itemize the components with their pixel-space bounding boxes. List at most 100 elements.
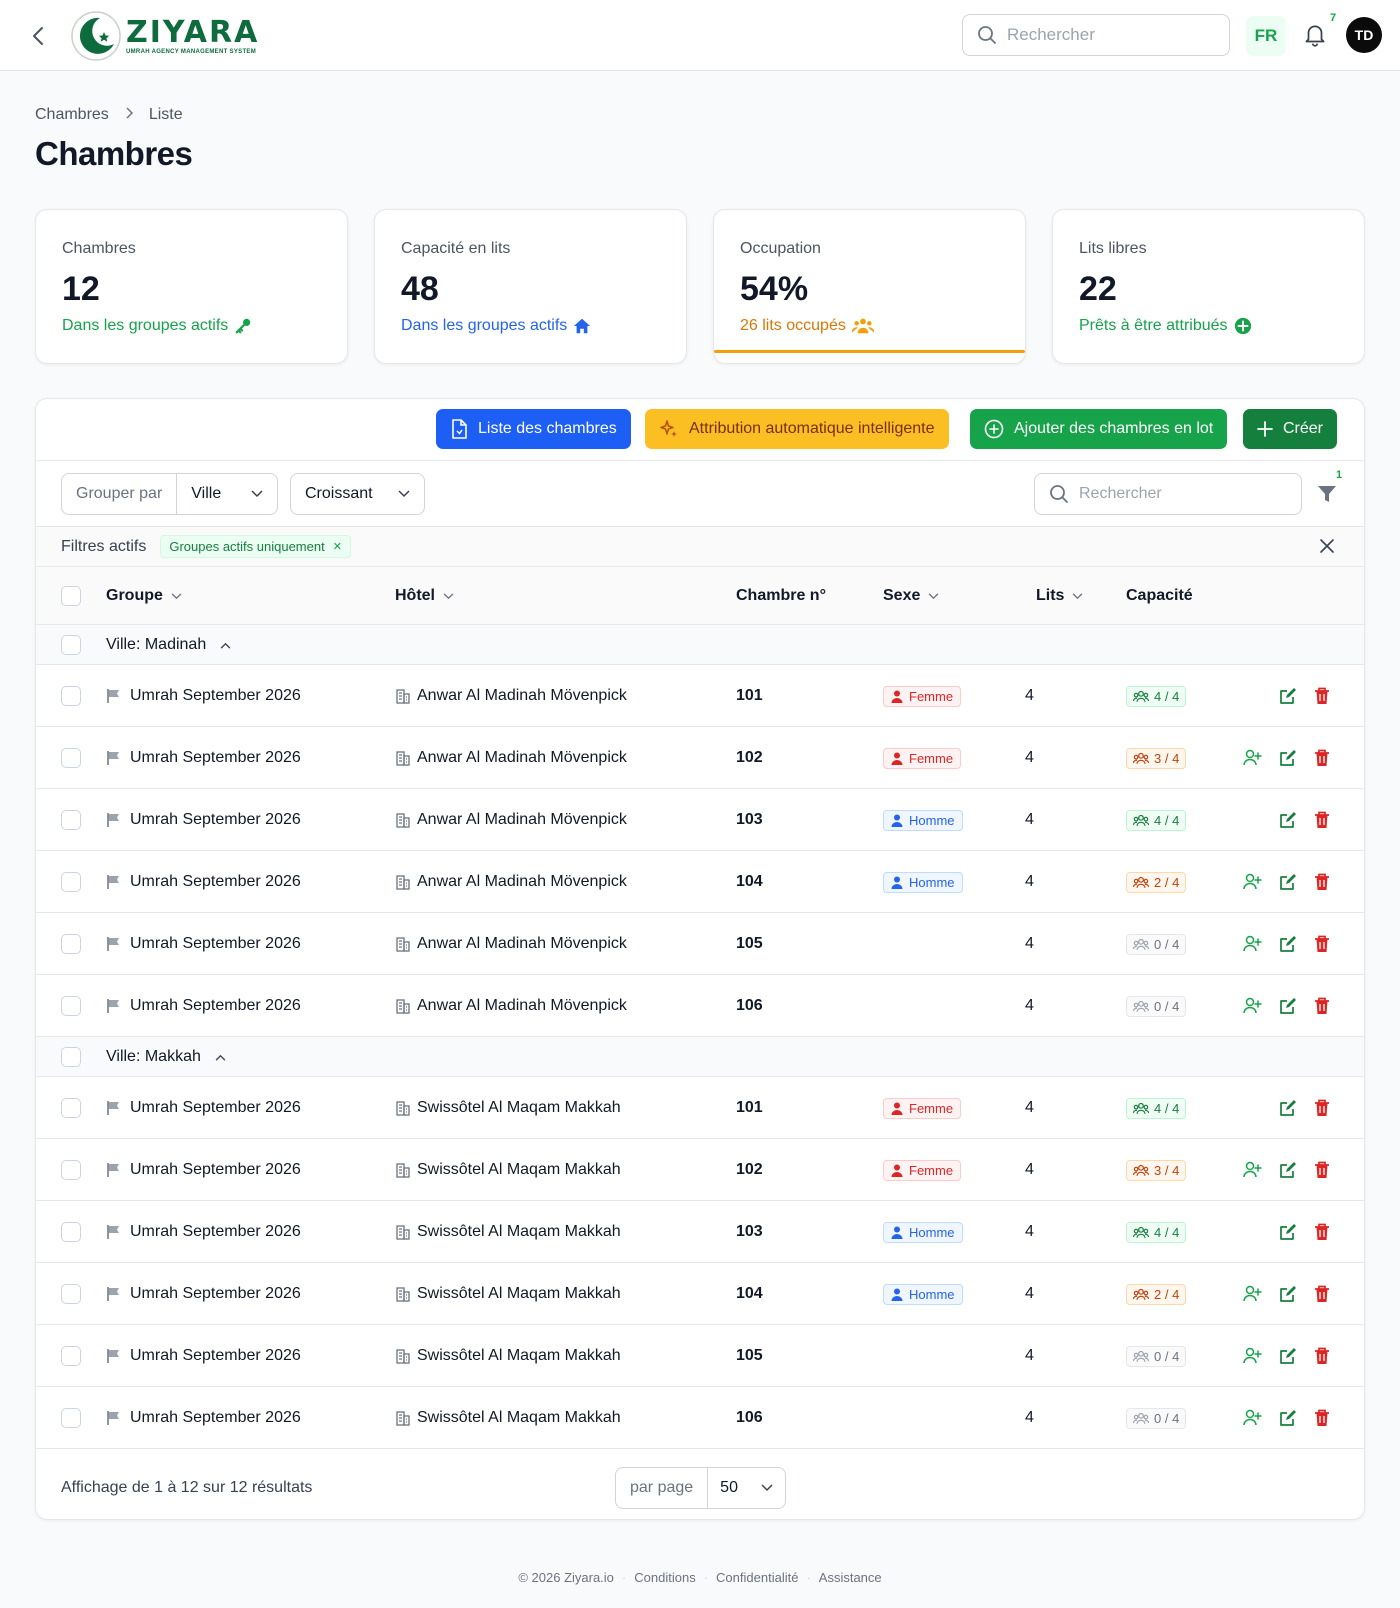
group-name: Umrah September 2026 [130,997,301,1014]
edit-button[interactable] [1278,1160,1298,1180]
row-checkbox[interactable] [61,1346,81,1366]
brand-logo[interactable]: ZIYARA UMRAH AGENCY MANAGEMENT SYSTEM [70,10,259,62]
cell-group: Umrah September 2026 [106,1139,301,1201]
row-checkbox[interactable] [61,686,81,706]
group-header-row[interactable]: Ville: Madinah [36,625,1364,665]
table-row[interactable]: Umrah September 2026 Anwar Al Madinah Möv… [36,665,1364,727]
select-all-checkbox[interactable] [61,586,81,606]
cell-beds: 4 [1025,997,1034,1014]
assign-pilgrim-button[interactable] [1242,1346,1262,1366]
table-row[interactable]: Umrah September 2026 Swissôtel Al Maqam M… [36,1263,1364,1325]
column-header-room[interactable]: Chambre n° [736,567,826,625]
group-name: Umrah September 2026 [130,1161,301,1178]
bell-icon[interactable] [1302,22,1328,48]
delete-button[interactable] [1313,934,1333,954]
footer-link-privacy[interactable]: Confidentialité [716,1570,798,1585]
edit-button[interactable] [1278,1284,1298,1304]
table-row[interactable]: Umrah September 2026 Swissôtel Al Maqam M… [36,1077,1364,1139]
column-header-capacity[interactable]: Capacité [1126,567,1193,625]
delete-button[interactable] [1313,686,1333,706]
create-button[interactable]: Créer [1243,409,1338,449]
list-rooms-button[interactable]: Liste des chambres [436,409,631,449]
column-header-group[interactable]: Groupe [106,567,182,625]
row-checkbox[interactable] [61,1408,81,1428]
row-checkbox[interactable] [61,1222,81,1242]
assign-pilgrim-button[interactable] [1242,1284,1262,1304]
edit-button[interactable] [1278,1346,1298,1366]
edit-button[interactable] [1278,1098,1298,1118]
assign-pilgrim-button[interactable] [1242,996,1262,1016]
back-button[interactable] [24,22,52,50]
filter-icon[interactable] [1316,483,1338,505]
footer-link-terms[interactable]: Conditions [634,1570,695,1585]
close-icon[interactable] [1318,537,1336,555]
global-search-input[interactable]: Rechercher [962,14,1230,56]
delete-button[interactable] [1313,1346,1333,1366]
row-checkbox[interactable] [61,934,81,954]
column-header-sexe[interactable]: Sexe [883,567,939,625]
column-header-hotel[interactable]: Hôtel [395,567,454,625]
edit-button[interactable] [1278,748,1298,768]
trash-icon [1315,1347,1329,1364]
row-checkbox[interactable] [61,748,81,768]
table-row[interactable]: Umrah September 2026 Anwar Al Madinah Möv… [36,851,1364,913]
edit-button[interactable] [1278,1408,1298,1428]
assign-pilgrim-button[interactable] [1242,748,1262,768]
table-row[interactable]: Umrah September 2026 Anwar Al Madinah Möv… [36,727,1364,789]
capacity-value: 0 / 4 [1154,1348,1180,1364]
delete-button[interactable] [1313,1098,1333,1118]
sort-order-select[interactable]: Croissant [290,473,425,515]
row-checkbox[interactable] [61,1098,81,1118]
chevron-up-icon[interactable] [215,1054,226,1061]
table-row[interactable]: Umrah September 2026 Swissôtel Al Maqam M… [36,1325,1364,1387]
delete-button[interactable] [1313,872,1333,892]
column-header-beds[interactable]: Lits [1036,567,1083,625]
assign-pilgrim-button[interactable] [1242,1408,1262,1428]
breadcrumb-root[interactable]: Chambres [35,106,109,124]
delete-button[interactable] [1313,996,1333,1016]
table-row[interactable]: Umrah September 2026 Swissôtel Al Maqam M… [36,1139,1364,1201]
building-icon [396,1411,410,1426]
group-by-select[interactable]: Grouper par Ville [61,473,278,515]
edit-button[interactable] [1278,996,1298,1016]
delete-button[interactable] [1313,1408,1333,1428]
row-checkbox[interactable] [61,810,81,830]
delete-button[interactable] [1313,748,1333,768]
table-search-input[interactable]: Rechercher [1034,473,1302,515]
per-page-select[interactable]: par page 50 [615,1467,786,1509]
footer-link-support[interactable]: Assistance [819,1570,882,1585]
delete-button[interactable] [1313,810,1333,830]
table-row[interactable]: Umrah September 2026 Swissôtel Al Maqam M… [36,1387,1364,1449]
delete-button[interactable] [1313,1222,1333,1242]
table-row[interactable]: Umrah September 2026 Swissôtel Al Maqam M… [36,1201,1364,1263]
delete-button[interactable] [1313,1160,1333,1180]
edit-button[interactable] [1278,686,1298,706]
group-checkbox[interactable] [61,635,81,655]
edit-button[interactable] [1278,934,1298,954]
group-checkbox[interactable] [61,1047,81,1067]
edit-button[interactable] [1278,872,1298,892]
row-checkbox[interactable] [61,1284,81,1304]
bulk-add-rooms-button[interactable]: Ajouter des chambres en lot [970,409,1228,449]
create-label: Créer [1283,420,1324,437]
row-checkbox[interactable] [61,872,81,892]
remove-chip-icon[interactable]: ✕ [333,540,342,553]
user-plus-icon [1243,1347,1262,1364]
table-row[interactable]: Umrah September 2026 Anwar Al Madinah Möv… [36,789,1364,851]
assign-pilgrim-button[interactable] [1242,934,1262,954]
edit-button[interactable] [1278,1222,1298,1242]
table-row[interactable]: Umrah September 2026 Anwar Al Madinah Möv… [36,975,1364,1037]
row-checkbox[interactable] [61,996,81,1016]
auto-assign-button[interactable]: Attribution automatique intelligente [645,409,949,449]
user-avatar[interactable]: TD [1346,17,1382,53]
edit-button[interactable] [1278,810,1298,830]
delete-button[interactable] [1313,1284,1333,1304]
table-row[interactable]: Umrah September 2026 Anwar Al Madinah Möv… [36,913,1364,975]
assign-pilgrim-button[interactable] [1242,1160,1262,1180]
chevron-up-icon[interactable] [220,642,231,649]
row-checkbox[interactable] [61,1160,81,1180]
assign-pilgrim-button[interactable] [1242,872,1262,892]
group-header-row[interactable]: Ville: Makkah [36,1037,1364,1077]
language-switcher[interactable]: FR [1246,16,1286,56]
active-filter-chip[interactable]: Groupes actifs uniquement ✕ [160,535,351,558]
